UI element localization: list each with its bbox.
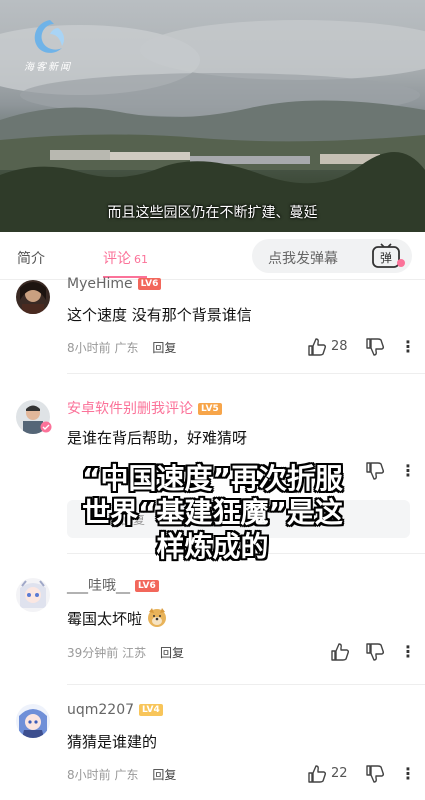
tab-comments-count: 61: [134, 253, 148, 266]
divider: [67, 684, 425, 685]
reply-button[interactable]: 回复: [152, 341, 176, 355]
comment-location: 广东: [114, 341, 139, 355]
comment-username[interactable]: MyeHime LV6: [67, 276, 162, 292]
video-player[interactable]: 海客新闻 而且这些园区仍在不断扩建、蔓延: [0, 0, 425, 232]
level-badge: LV6: [137, 278, 162, 290]
comment-username[interactable]: ___哇哦__ LV6: [67, 575, 159, 595]
comment-username[interactable]: uqm2207 LV4: [67, 702, 163, 718]
comment-actions: 22 ⋮: [305, 764, 416, 786]
comment-meta: 8小时前 广东 回复: [67, 766, 176, 783]
comment-time: 39分钟前: [67, 646, 119, 660]
thumbs-down-icon[interactable]: [365, 764, 385, 784]
reply-button[interactable]: 回复: [152, 768, 176, 782]
username-text: ___哇哦__: [67, 578, 130, 594]
username-text: 安卓软件别删我评论: [67, 401, 193, 417]
danmaku-toggle-button[interactable]: 弹: [369, 243, 409, 269]
avatar[interactable]: [16, 280, 50, 314]
overlay-line-2: 世界“基建狂魔”是这: [82, 496, 343, 529]
screen: 海客新闻 而且这些园区仍在不断扩建、蔓延 简介 评论 61 点我发弹幕 弹 Mye…: [0, 0, 425, 800]
comment-text: 是谁在背后帮助，好难猜呀: [67, 429, 248, 447]
divider: [67, 373, 425, 374]
overlay-line-3: 样炼成的: [156, 530, 269, 563]
comment-text: 霉国太坏啦: [67, 606, 168, 629]
more-options-icon[interactable]: ⋮: [400, 764, 416, 784]
thumbs-up-icon[interactable]: [307, 337, 327, 357]
doge-emoji-icon: [148, 608, 167, 627]
comment-username[interactable]: 安卓软件别删我评论 LV5: [67, 398, 222, 418]
more-options-icon[interactable]: ⋮: [400, 337, 416, 357]
overlay-caption: “中国速度”再次折服 世界“基建狂魔”是这 样炼成的: [0, 462, 425, 564]
comment-actions: ⋮: [305, 642, 416, 664]
like-count: 22: [331, 766, 348, 781]
comment-location: 广东: [114, 768, 139, 782]
level-badge: LV6: [135, 580, 159, 592]
username-text: MyeHime: [67, 276, 133, 292]
news-logo-text: 海客新闻: [24, 62, 72, 73]
reply-button[interactable]: 回复: [160, 646, 184, 660]
overlay-line-1: “中国速度”再次折服: [82, 462, 343, 495]
comment-location: 江苏: [122, 646, 147, 660]
danmaku-button-label: 弹: [380, 251, 392, 265]
comment-text: 猜猜是谁建的: [67, 733, 158, 751]
comment-text: 这个速度 没有那个背景谁信: [67, 306, 252, 324]
username-text: uqm2207: [67, 702, 135, 718]
level-badge: LV4: [139, 704, 163, 716]
comment-meta: 8小时前 广东 回复: [67, 339, 176, 356]
thumbs-up-icon[interactable]: [330, 642, 350, 662]
comment-actions: 28 ⋮: [305, 337, 416, 359]
avatar[interactable]: [16, 704, 50, 738]
level-badge: LV5: [198, 403, 222, 415]
verified-badge-icon: [40, 421, 52, 433]
comment-time: 8小时前: [67, 341, 111, 355]
thumbs-down-icon[interactable]: [365, 337, 385, 357]
tab-comments-label: 评论: [103, 251, 131, 267]
comment-text-content: 霉国太坏啦: [67, 610, 143, 628]
video-subtitle: 而且这些园区仍在不断扩建、蔓延: [107, 205, 318, 221]
comment-meta: 39分钟前 江苏 回复: [67, 644, 184, 661]
avatar[interactable]: [16, 578, 50, 612]
more-options-icon[interactable]: ⋮: [400, 642, 416, 662]
thumbs-up-icon[interactable]: [307, 764, 327, 784]
tab-comments[interactable]: 评论 61: [103, 248, 148, 268]
thumbs-down-icon[interactable]: [365, 642, 385, 662]
danmaku-placeholder: 点我发弹幕: [268, 251, 338, 267]
tab-intro[interactable]: 简介: [17, 248, 45, 268]
like-count: 28: [331, 339, 348, 354]
comment-time: 8小时前: [67, 768, 111, 782]
